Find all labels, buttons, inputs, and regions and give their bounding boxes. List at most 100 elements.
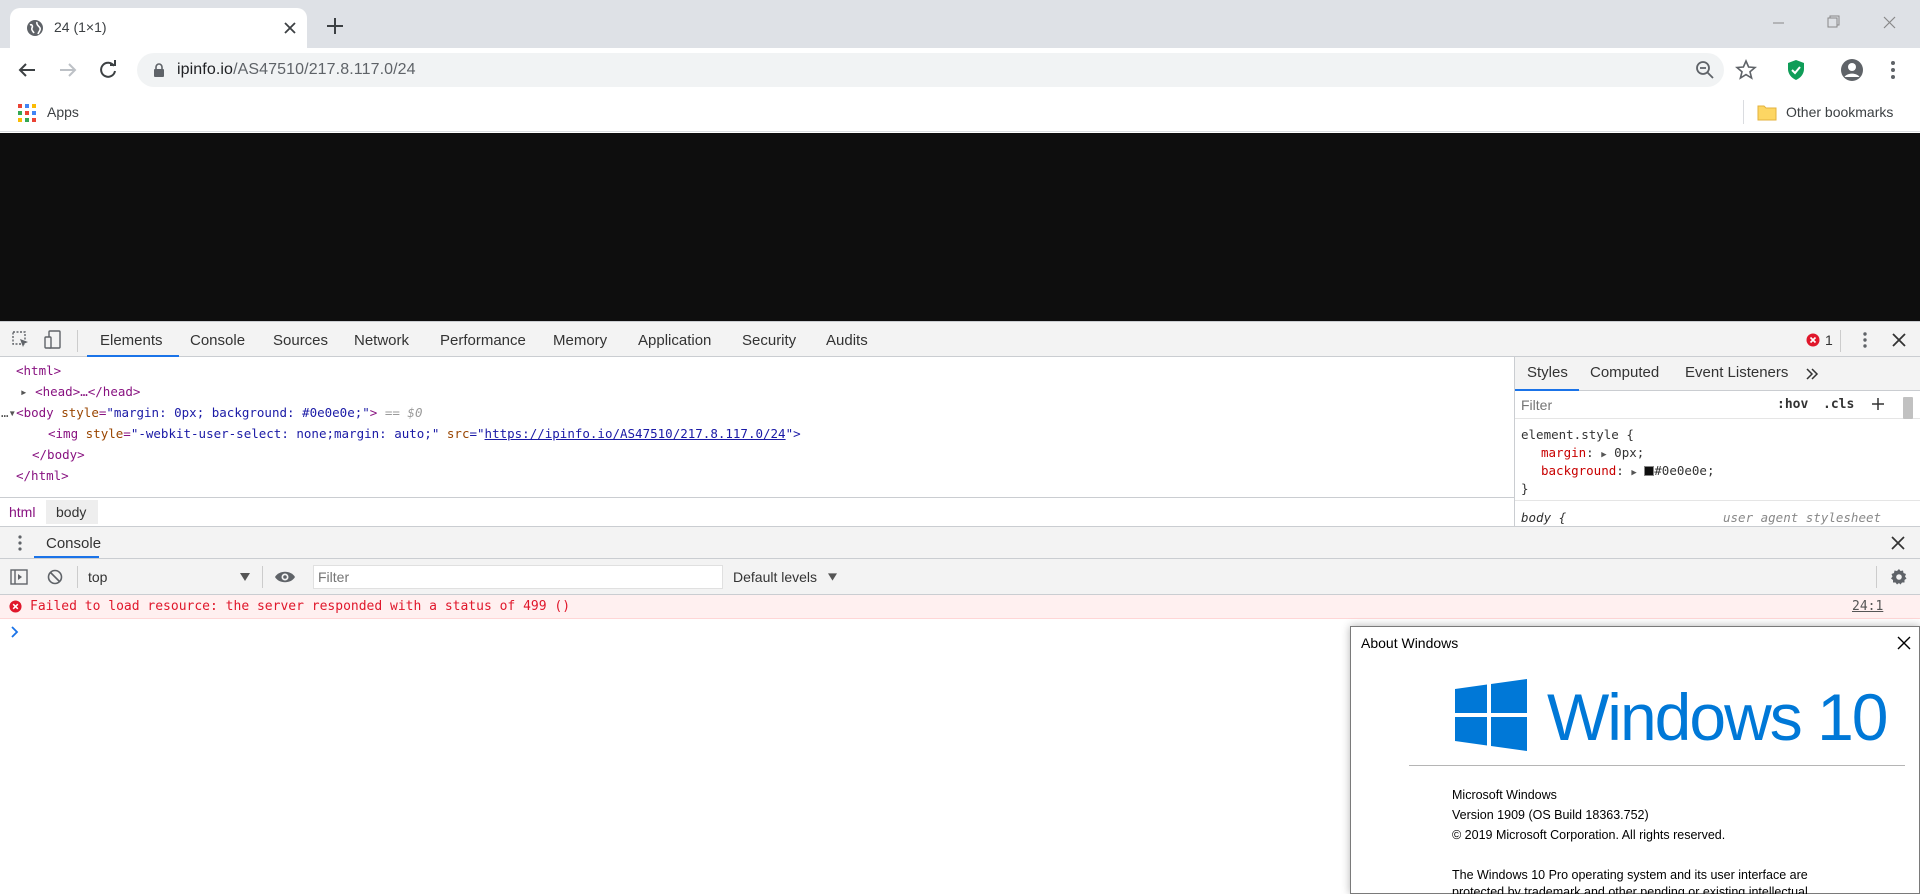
tab-computed[interactable]: Computed [1590,364,1659,381]
styles-filter-input[interactable] [1521,394,1765,416]
browser-tab[interactable]: 24 (1×1) [10,8,307,48]
restore-icon[interactable] [1813,8,1853,38]
body-rule-selector: body { [1521,510,1567,525]
log-levels-dropdown[interactable]: Default levels [733,567,843,589]
console-settings-gear-icon[interactable] [1890,568,1908,586]
dom-tag: <body [16,405,62,420]
address-bar[interactable]: ipinfo.io/AS47510/217.8.117.0/24 [137,53,1724,87]
drawer-menu-icon[interactable] [12,534,28,552]
color-swatch[interactable] [1644,466,1655,476]
tab-event-listeners[interactable]: Event Listeners [1685,364,1788,381]
forward-arrow-icon[interactable] [54,56,82,84]
url-text[interactable]: ipinfo.io/AS47510/217.8.117.0/24 [177,61,416,79]
close-drawer-icon[interactable] [1890,535,1906,551]
tab-sources[interactable]: Sources [273,332,328,349]
legal-text-line-1: The Windows 10 Pro operating system and … [1452,868,1808,882]
css-value: #0e0e0e; [1654,463,1715,478]
context-selector[interactable]: top [88,566,254,588]
tab-styles[interactable]: Styles [1527,364,1568,381]
toolbar-divider [77,330,78,352]
console-sidebar-icon[interactable] [10,568,28,586]
dom-src-link[interactable]: https://ipinfo.io/AS47510/217.8.117.0/24 [485,426,786,441]
other-bookmarks-label: Other bookmarks [1786,104,1894,120]
style-declaration-background[interactable]: background: ▶ #0e0e0e; [1541,463,1715,478]
dom-head[interactable]: ▸ <head>…</head> [20,382,140,402]
url-path: /AS47510/217.8.117.0/24 [233,61,416,78]
bookmark-star-icon[interactable] [1734,58,1758,82]
tab-memory[interactable]: Memory [553,332,607,349]
active-tab-indicator [34,556,99,558]
extension-shield-icon[interactable] [1784,58,1808,82]
breadcrumb-body[interactable]: body [56,504,86,520]
devtools-menu-icon[interactable] [1855,330,1875,350]
css-property: margin [1541,445,1587,460]
tab-network[interactable]: Network [354,332,409,349]
error-text: Failed to load resource: the server resp… [30,599,571,614]
drawer-tab-console[interactable]: Console [46,535,101,552]
console-prompt-icon[interactable] [10,625,20,639]
globe-icon [27,20,43,36]
tab-audits[interactable]: Audits [826,332,868,349]
toolbar-divider [1840,330,1841,352]
styles-scrollbar-thumb[interactable] [1903,397,1913,419]
toolbar-divider [77,566,78,588]
element-style-close: } [1521,481,1529,496]
more-tabs-icon[interactable] [1805,367,1819,381]
clear-console-icon[interactable] [47,569,63,585]
apps-label: Apps [47,104,79,120]
bookmarks-divider [1743,100,1744,124]
close-dialog-icon[interactable] [1894,633,1914,653]
close-window-icon[interactable] [1869,8,1909,38]
back-arrow-icon[interactable] [13,56,41,84]
dom-html-close[interactable]: </html> [16,466,69,486]
cls-toggle[interactable]: .cls [1823,397,1854,412]
tab-title: 24 (1×1) [54,19,107,35]
devtools-tabbar: Elements Console Sources Network Perform… [0,321,1920,357]
rule-divider [1515,500,1920,501]
dom-body-close[interactable]: </body> [32,445,85,465]
dom-html-open[interactable]: <html> [16,361,61,381]
apps-grid-icon [18,104,36,122]
tab-security[interactable]: Security [742,332,796,349]
dom-tag: <img [48,426,86,441]
dropdown-arrow-icon [240,573,250,581]
breadcrumb-html[interactable]: html [9,504,35,520]
windows-logo-icon [1455,679,1527,751]
tab-performance[interactable]: Performance [440,332,526,349]
dom-tag: </html> [16,468,69,483]
dom-tag: </body> [32,447,85,462]
dom-img[interactable]: <img style="-webkit-user-select: none;ma… [48,424,801,444]
error-source-link[interactable]: 24:1 [1852,599,1883,614]
hov-toggle[interactable]: :hov [1777,397,1808,412]
page-viewport [0,133,1920,321]
profile-avatar-icon[interactable] [1840,58,1864,82]
dom-body-open[interactable]: …▾<body style="margin: 0px; background: … [1,403,423,423]
tab-elements[interactable]: Elements [100,332,163,349]
eye-icon[interactable] [274,569,296,585]
style-declaration-margin[interactable]: margin: ▶ 0px; [1541,445,1644,460]
console-filter-input[interactable] [318,567,714,587]
tab-console[interactable]: Console [190,332,245,349]
new-style-rule-icon[interactable] [1871,397,1885,411]
lock-icon[interactable] [152,62,166,78]
zoom-icon[interactable] [1695,60,1715,80]
dom-attr: style [61,405,99,420]
close-tab-icon[interactable] [280,18,300,38]
drawer-tabbar: Console [0,526,1920,559]
windows-wordmark: Windows 10 [1547,680,1888,754]
styles-pane: Styles Computed Event Listeners :hov .cl… [1514,357,1920,526]
new-tab-icon[interactable] [323,14,347,38]
breadcrumb: html body [0,497,1514,526]
css-property: background [1541,463,1617,478]
dom-attr: style [85,426,124,441]
tab-application[interactable]: Application [638,332,711,349]
device-toolbar-icon[interactable] [44,330,62,350]
css-value: 0px; [1614,445,1645,460]
close-devtools-icon[interactable] [1890,331,1908,349]
toolbar-divider [262,566,263,588]
minimize-icon[interactable] [1758,8,1798,38]
reload-icon[interactable] [94,56,122,84]
dialog-title: About Windows [1361,635,1459,651]
kebab-menu-icon[interactable] [1881,58,1905,82]
inspect-element-icon[interactable] [12,331,30,349]
